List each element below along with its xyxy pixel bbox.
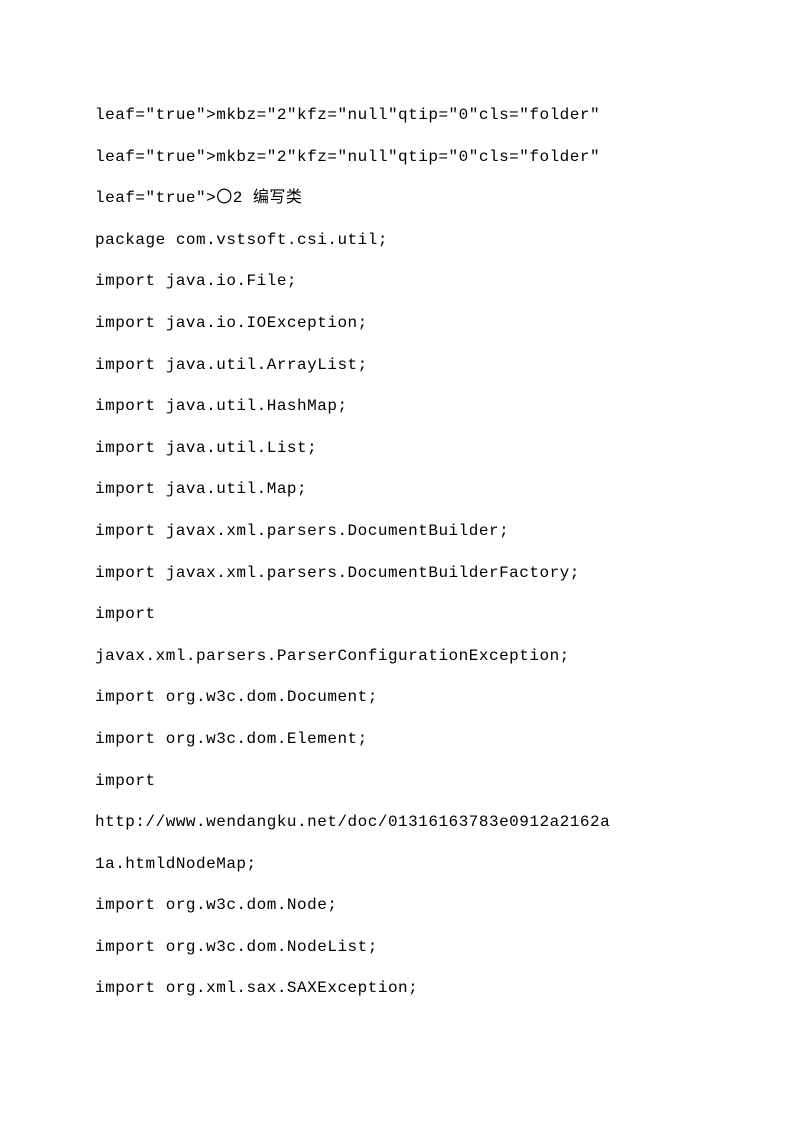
code-line: import org.xml.sax.SAXException; <box>95 968 705 1010</box>
code-line: leaf="true">〇2 编写类 <box>95 178 705 220</box>
code-line: import org.w3c.dom.Element; <box>95 719 705 761</box>
code-line: import java.util.HashMap; <box>95 386 705 428</box>
code-line: import <box>95 594 705 636</box>
code-line: import java.util.Map; <box>95 469 705 511</box>
code-line: import org.w3c.dom.Document; <box>95 677 705 719</box>
code-line: import java.io.File; <box>95 261 705 303</box>
code-line: import <box>95 761 705 803</box>
document-page: leaf="true">mkbz="2"kfz="null"qtip="0"cl… <box>0 0 800 1105</box>
code-line: 1a.htmldNodeMap; <box>95 844 705 886</box>
code-line: leaf="true">mkbz="2"kfz="null"qtip="0"cl… <box>95 95 705 137</box>
code-line: leaf="true">mkbz="2"kfz="null"qtip="0"cl… <box>95 137 705 179</box>
code-line: http://www.wendangku.net/doc/01316163783… <box>95 802 705 844</box>
code-line: import java.io.IOException; <box>95 303 705 345</box>
code-line: import org.w3c.dom.Node; <box>95 885 705 927</box>
code-line: import javax.xml.parsers.DocumentBuilder… <box>95 511 705 553</box>
code-line: javax.xml.parsers.ParserConfigurationExc… <box>95 636 705 678</box>
code-line: import java.util.ArrayList; <box>95 345 705 387</box>
code-line: import java.util.List; <box>95 428 705 470</box>
code-line: package com.vstsoft.csi.util; <box>95 220 705 262</box>
code-line: import javax.xml.parsers.DocumentBuilder… <box>95 553 705 595</box>
code-line: import org.w3c.dom.NodeList; <box>95 927 705 969</box>
